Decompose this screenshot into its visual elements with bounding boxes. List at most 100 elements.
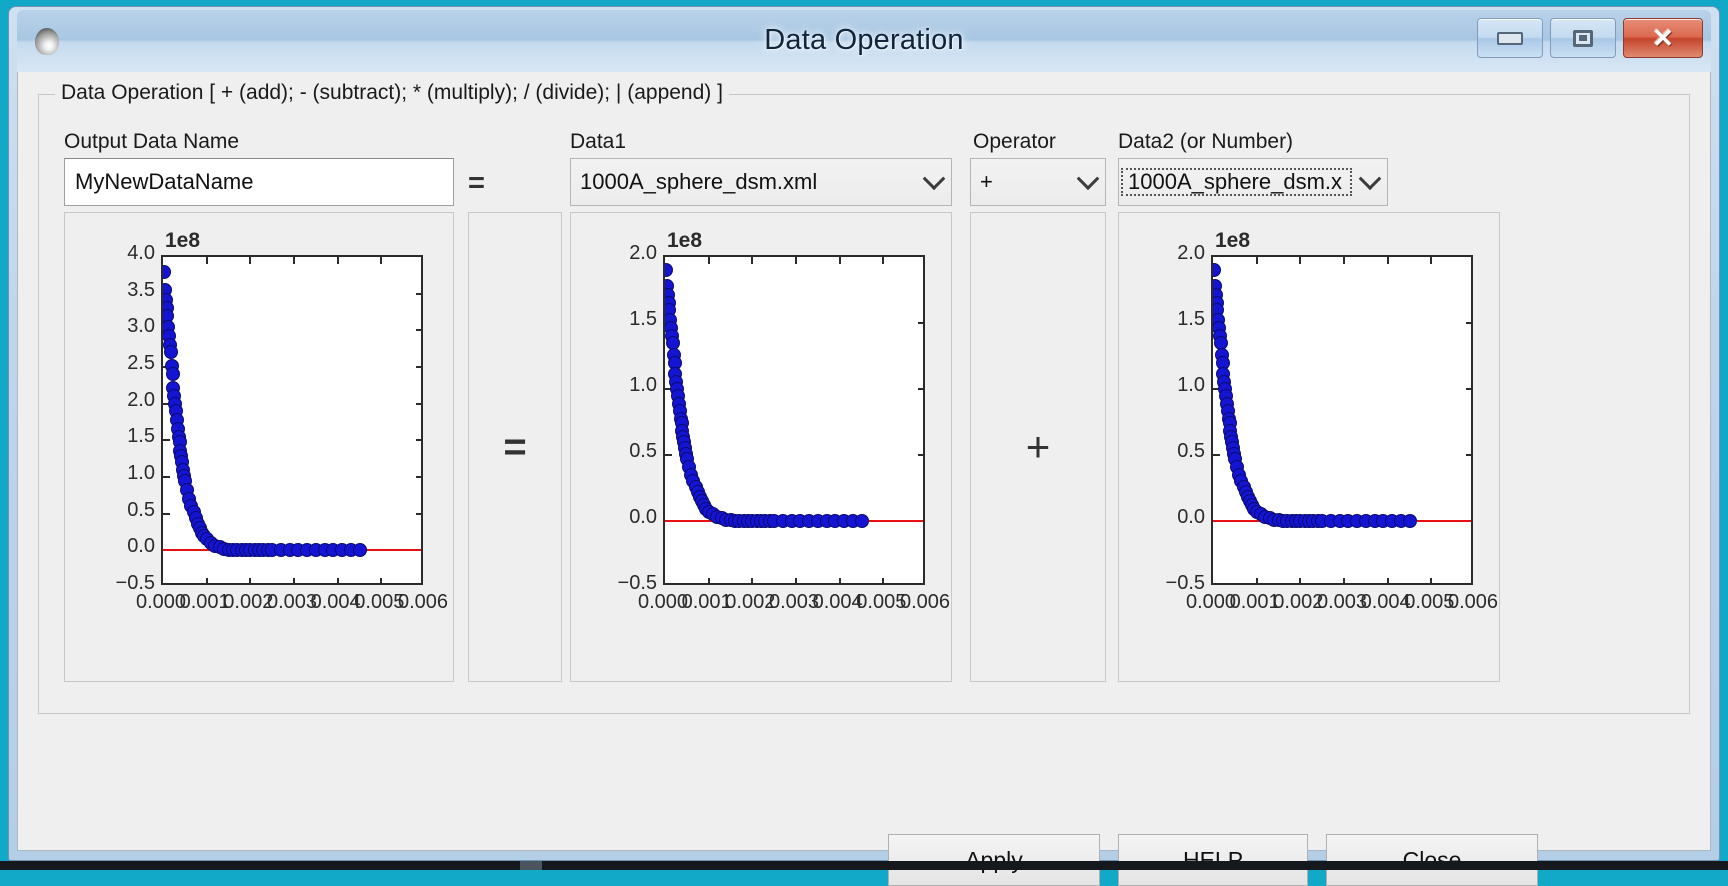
x-tick-mark — [1256, 578, 1258, 585]
y-tick-label: 3.5 — [95, 279, 155, 302]
x-tick-mark — [206, 578, 208, 585]
y-tick-label: 2.5 — [95, 352, 155, 375]
x-tick-mark — [337, 578, 339, 585]
operator-combobox[interactable]: + — [970, 158, 1106, 206]
y-tick-label: 4.0 — [95, 242, 155, 265]
minimize-button[interactable] — [1477, 18, 1543, 58]
title-bar[interactable]: Data Operation ✕ — [17, 10, 1711, 72]
y-tick-mark — [416, 403, 423, 405]
data-point-marker — [1403, 514, 1417, 528]
y-tick-mark — [416, 293, 423, 295]
x-tick-label: 0.006 — [883, 591, 967, 614]
taskbar — [0, 861, 1728, 870]
result-plot[interactable]: 1e84.03.53.02.52.01.51.00.50.0−0.50.0000… — [65, 213, 453, 681]
close-icon: ✕ — [1652, 25, 1674, 51]
output-data-name-input[interactable]: MyNewDataName — [64, 158, 454, 206]
x-tick-mark — [1299, 257, 1301, 264]
plot-axes — [161, 255, 423, 585]
y-tick-mark — [1466, 388, 1473, 390]
x-tick-mark — [1387, 578, 1389, 585]
x-tick-label: 0.006 — [1431, 591, 1515, 614]
y-tick-label: 1.0 — [1145, 374, 1205, 397]
x-tick-mark — [882, 257, 884, 264]
minimize-icon — [1497, 32, 1523, 45]
window-title: Data Operation — [17, 24, 1711, 57]
data1-plot-panel: 1e82.01.51.00.50.0−0.50.0000.0010.0020.0… — [570, 212, 952, 682]
y-tick-label: 1.5 — [95, 425, 155, 448]
x-tick-mark — [293, 578, 295, 585]
y-tick-label: 0.0 — [95, 535, 155, 558]
x-tick-mark — [206, 257, 208, 264]
plus-operator-panel: + — [970, 212, 1106, 682]
x-tick-mark — [751, 257, 753, 264]
y-tick-label: 0.5 — [95, 499, 155, 522]
x-tick-mark — [839, 257, 841, 264]
close-button[interactable]: ✕ — [1623, 18, 1703, 58]
data1-label: Data1 — [570, 130, 626, 154]
plot-axes — [1211, 255, 1473, 585]
client-area: Data Operation [ + (add); - (subtract); … — [17, 72, 1711, 851]
x-tick-mark — [1256, 257, 1258, 264]
y-tick-mark — [416, 513, 423, 515]
y-tick-label: 1.0 — [95, 462, 155, 485]
data1-plot[interactable]: 1e82.01.51.00.50.0−0.50.0000.0010.0020.0… — [571, 213, 951, 681]
operator-label: Operator — [973, 130, 1056, 154]
data2-label: Data2 (or Number) — [1118, 130, 1293, 154]
plot-axes — [663, 255, 925, 585]
y-tick-mark — [918, 388, 925, 390]
data-point-marker — [164, 345, 178, 359]
y-tick-label: 2.0 — [597, 242, 657, 265]
equals-small-label: = — [468, 167, 485, 200]
y-tick-label: 1.5 — [1145, 308, 1205, 331]
groupbox-title: Data Operation [ + (add); - (subtract); … — [55, 81, 729, 105]
x-tick-mark — [1343, 257, 1345, 264]
y-tick-label: 3.0 — [95, 315, 155, 338]
data-operation-window: Data Operation ✕ Data Operation [ + (add… — [8, 6, 1720, 861]
y-tick-mark — [416, 329, 423, 331]
x-tick-mark — [708, 257, 710, 264]
y-tick-mark — [918, 454, 925, 456]
data1-value: 1000A_sphere_dsm.xml — [571, 169, 917, 195]
data-point-marker — [855, 514, 869, 528]
equals-operator-panel: = — [468, 212, 562, 682]
x-tick-mark — [882, 578, 884, 585]
data-point-marker — [663, 263, 673, 277]
result-plot-panel: 1e84.03.53.02.52.01.51.00.50.0−0.50.0000… — [64, 212, 454, 682]
x-tick-mark — [1299, 578, 1301, 585]
data1-combobox[interactable]: 1000A_sphere_dsm.xml — [570, 158, 952, 206]
taskbar-item[interactable] — [520, 861, 542, 870]
y-tick-mark — [1213, 454, 1220, 456]
x-tick-mark — [708, 578, 710, 585]
help-button[interactable]: HELP — [1118, 834, 1308, 886]
data-point-marker — [1211, 263, 1221, 277]
apply-button[interactable]: Apply — [888, 834, 1100, 886]
data2-combobox[interactable]: 1000A_sphere_dsm.x — [1118, 158, 1388, 206]
output-data-name-label: Output Data Name — [64, 130, 239, 154]
axis-offset-label: 1e8 — [667, 229, 702, 253]
y-tick-mark — [1466, 454, 1473, 456]
x-tick-mark — [380, 578, 382, 585]
axis-offset-label: 1e8 — [1215, 229, 1250, 253]
x-tick-mark — [795, 578, 797, 585]
x-tick-mark — [249, 257, 251, 264]
x-tick-mark — [1343, 578, 1345, 585]
equals-big-label: = — [503, 425, 526, 470]
y-tick-label: 0.0 — [1145, 506, 1205, 529]
y-tick-label: 2.0 — [95, 389, 155, 412]
data2-value: 1000A_sphere_dsm.x — [1122, 169, 1351, 195]
x-tick-mark — [795, 257, 797, 264]
maximize-icon — [1573, 30, 1593, 47]
data2-plot[interactable]: 1e82.01.51.00.50.0−0.50.0000.0010.0020.0… — [1119, 213, 1499, 681]
close-dialog-button[interactable]: Close — [1326, 834, 1538, 886]
y-tick-label: 2.0 — [1145, 242, 1205, 265]
y-tick-label: 1.5 — [597, 308, 657, 331]
maximize-button[interactable] — [1550, 18, 1616, 58]
y-tick-mark — [416, 476, 423, 478]
x-tick-mark — [380, 257, 382, 264]
operator-value: + — [971, 169, 1071, 195]
y-tick-mark — [163, 439, 170, 441]
x-tick-mark — [293, 257, 295, 264]
plus-big-label: + — [1026, 423, 1051, 471]
y-tick-mark — [416, 439, 423, 441]
y-tick-label: 0.5 — [597, 440, 657, 463]
